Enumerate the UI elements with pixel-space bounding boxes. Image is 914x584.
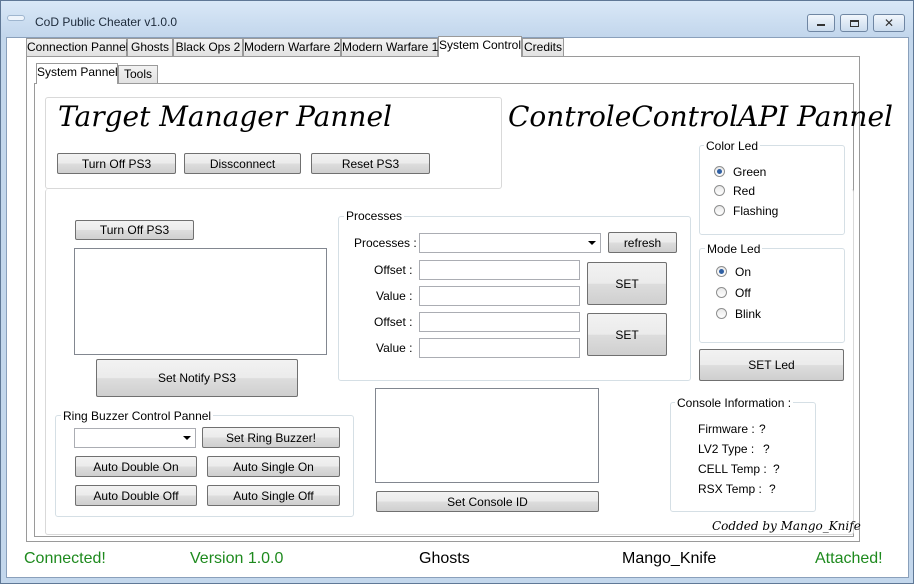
window-title: CoD Public Cheater v1.0.0 bbox=[35, 15, 178, 29]
mode-led-label: Mode Led bbox=[705, 242, 763, 256]
tab-label: Modern Warfare 2 bbox=[244, 40, 341, 54]
mode-led-on-radio[interactable] bbox=[716, 266, 727, 277]
firmware-label: Firmware : bbox=[698, 422, 755, 436]
tab-modern-warfare-1[interactable]: Modern Warfare 1 bbox=[341, 38, 438, 57]
tab-ghosts[interactable]: Ghosts bbox=[127, 38, 173, 57]
refresh-button[interactable]: refresh bbox=[608, 232, 677, 253]
mode-led-blink-radio[interactable] bbox=[716, 308, 727, 319]
lv2-type-label: LV2 Type : bbox=[698, 442, 755, 456]
console-id-textbox[interactable] bbox=[375, 388, 599, 483]
offset-label-2: Offset : bbox=[374, 315, 413, 329]
color-led-flashing-label: Flashing bbox=[733, 204, 779, 218]
processes-select[interactable] bbox=[419, 233, 601, 253]
buzzer-select[interactable] bbox=[74, 428, 196, 448]
app-icon bbox=[7, 15, 25, 21]
mode-led-blink-label: Blink bbox=[735, 307, 762, 321]
tab-black-ops-2[interactable]: Black Ops 2 bbox=[173, 38, 243, 57]
offset-field-2[interactable] bbox=[419, 312, 580, 332]
chevron-down-icon bbox=[588, 241, 596, 245]
set-button-2[interactable]: SET bbox=[587, 313, 667, 356]
color-led-red-label: Red bbox=[733, 184, 756, 198]
tab-label: Tools bbox=[123, 67, 152, 81]
value-field-2[interactable] bbox=[419, 338, 580, 358]
ccapi-title: ControleControlAPI Pannel bbox=[508, 100, 893, 133]
tab-tools[interactable]: Tools bbox=[118, 65, 158, 84]
tab-system-control[interactable]: System Control bbox=[438, 36, 522, 57]
disconnect-button[interactable]: Dissconnect bbox=[184, 153, 301, 174]
status-attached: Attached! bbox=[815, 550, 883, 567]
value-label-2: Value : bbox=[376, 341, 413, 355]
close-button[interactable]: ✕ bbox=[873, 14, 905, 32]
auto-single-on-button[interactable]: Auto Single On bbox=[207, 456, 340, 477]
signature-label: Codded by Mango_Knife bbox=[712, 519, 861, 533]
offset-label-1: Offset : bbox=[374, 263, 413, 277]
processes-group-label: Processes bbox=[344, 209, 405, 223]
tab-label: Credits bbox=[523, 40, 562, 54]
chevron-down-icon bbox=[183, 436, 191, 440]
cell-temp-value: ? bbox=[773, 462, 780, 476]
minimize-icon bbox=[817, 24, 825, 26]
rsx-temp-value: ? bbox=[769, 482, 776, 496]
close-icon: ✕ bbox=[883, 16, 895, 30]
tab-modern-warfare-2[interactable]: Modern Warfare 2 bbox=[243, 38, 341, 57]
status-version: Version 1.0.0 bbox=[190, 550, 284, 567]
cell-temp-label: CELL Temp : bbox=[698, 462, 767, 476]
color-led-label: Color Led bbox=[704, 139, 761, 153]
tab-label: Ghosts bbox=[130, 40, 169, 54]
set-ring-buzzer-button[interactable]: Set Ring Buzzer! bbox=[202, 427, 340, 448]
maximize-button[interactable] bbox=[840, 14, 868, 32]
set-led-button[interactable]: SET Led bbox=[699, 349, 844, 381]
auto-double-on-button[interactable]: Auto Double On bbox=[75, 456, 197, 477]
lv2-type-value: ? bbox=[763, 442, 770, 456]
rsx-temp-label: RSX Temp : bbox=[698, 482, 762, 496]
processes-label: Processes : bbox=[354, 236, 417, 250]
value-label-1: Value : bbox=[376, 289, 413, 303]
ccapi-turn-off-ps3-button[interactable]: Turn Off PS3 bbox=[75, 220, 194, 240]
status-game: Ghosts bbox=[419, 550, 470, 567]
set-console-id-button[interactable]: Set Console ID bbox=[376, 491, 599, 512]
target-manager-title: Target Manager Pannel bbox=[58, 100, 392, 133]
tab-credits[interactable]: Credits bbox=[522, 38, 564, 57]
tab-label: Connection Pannel bbox=[27, 40, 129, 54]
firmware-value: ? bbox=[759, 422, 766, 436]
value-field-1[interactable] bbox=[419, 286, 580, 306]
mode-led-on-label: On bbox=[735, 265, 752, 279]
title-bar[interactable]: CoD Public Cheater v1.0.0 ✕ bbox=[1, 1, 913, 37]
color-led-red-radio[interactable] bbox=[714, 185, 725, 196]
notify-textbox[interactable] bbox=[74, 248, 327, 355]
reset-ps3-button[interactable]: Reset PS3 bbox=[311, 153, 430, 174]
auto-single-off-button[interactable]: Auto Single Off bbox=[207, 485, 340, 506]
tab-label: Modern Warfare 1 bbox=[342, 40, 439, 54]
tab-label: System Pannel bbox=[37, 65, 118, 79]
tab-system-pannel[interactable]: System Pannel bbox=[36, 63, 118, 84]
mode-led-off-label: Off bbox=[735, 286, 751, 300]
minimize-button[interactable] bbox=[807, 14, 835, 32]
turn-off-ps3-button[interactable]: Turn Off PS3 bbox=[57, 153, 176, 174]
tab-label: Black Ops 2 bbox=[175, 40, 241, 54]
mode-led-off-radio[interactable] bbox=[716, 287, 727, 298]
ring-buzzer-label: Ring Buzzer Control Pannel bbox=[61, 409, 214, 423]
color-led-green-radio[interactable] bbox=[714, 166, 725, 177]
set-notify-button[interactable]: Set Notify PS3 bbox=[96, 359, 298, 397]
offset-field-1[interactable] bbox=[419, 260, 580, 280]
tab-label: System Control bbox=[439, 38, 522, 52]
maximize-icon bbox=[849, 19, 859, 27]
set-button-1[interactable]: SET bbox=[587, 262, 667, 305]
color-led-green-label: Green bbox=[733, 165, 767, 179]
status-author: Mango_Knife bbox=[622, 550, 717, 567]
status-connected: Connected! bbox=[24, 550, 106, 567]
auto-double-off-button[interactable]: Auto Double Off bbox=[75, 485, 197, 506]
console-info-label: Console Information : bbox=[675, 396, 794, 410]
tab-connection-pannel[interactable]: Connection Pannel bbox=[26, 38, 129, 57]
color-led-flashing-radio[interactable] bbox=[714, 205, 725, 216]
